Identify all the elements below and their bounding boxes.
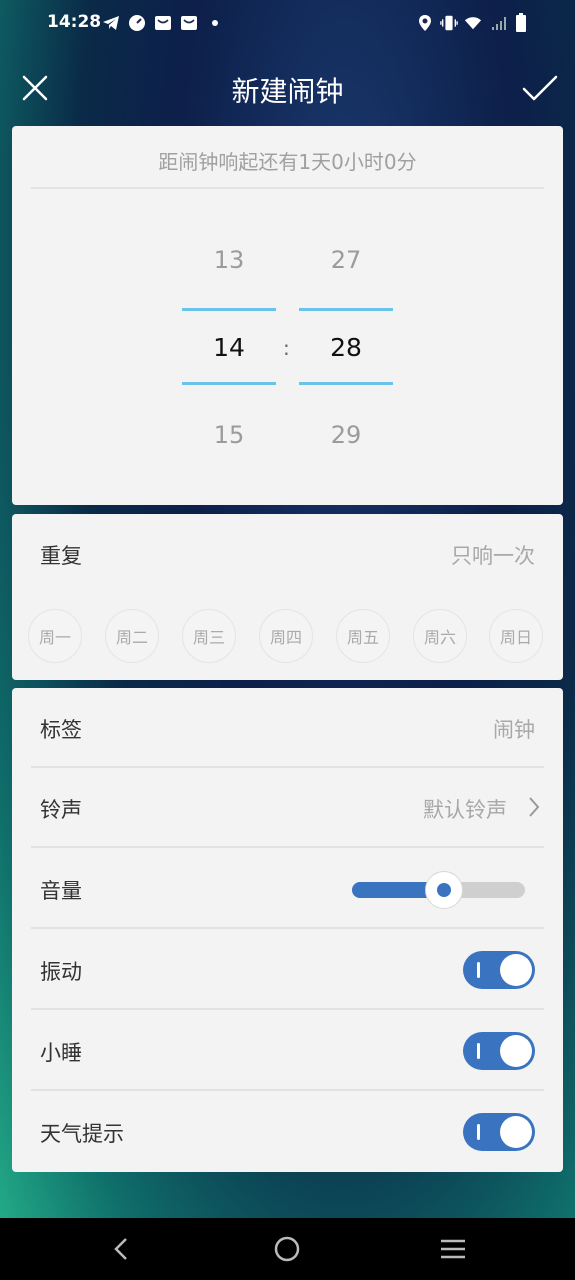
minute-selection-line-bottom bbox=[299, 382, 393, 385]
time-picker-card: 距闹钟响起还有1天0小时0分 13 14 15 : 27 28 29 bbox=[12, 126, 563, 505]
hour-selection-line-top bbox=[182, 308, 276, 311]
vibrate-icon bbox=[440, 14, 458, 32]
mail-icon bbox=[180, 14, 198, 32]
minute-picker[interactable]: 27 28 29 bbox=[299, 236, 393, 466]
snooze-row: 小睡 bbox=[12, 1011, 563, 1091]
menu-button[interactable] bbox=[430, 1226, 476, 1272]
hour-prev[interactable]: 13 bbox=[182, 246, 276, 274]
volume-label: 音量 bbox=[40, 879, 82, 903]
day-sat-button[interactable]: 周六 bbox=[413, 609, 467, 663]
volume-slider-thumb[interactable] bbox=[424, 871, 463, 909]
weekday-selector: 周一 周二 周三 周四 周五 周六 周日 bbox=[28, 609, 547, 665]
dot-icon bbox=[206, 14, 224, 32]
day-thu-button[interactable]: 周四 bbox=[259, 609, 313, 663]
vibrate-row: 振动 bbox=[12, 930, 563, 1010]
minute-selection-line-top bbox=[299, 308, 393, 311]
navigation-bar bbox=[0, 1218, 575, 1280]
divider bbox=[31, 187, 544, 189]
weather-label: 天气提示 bbox=[40, 1122, 124, 1146]
tag-label: 标签 bbox=[40, 718, 82, 742]
check-icon bbox=[522, 75, 558, 101]
day-fri-button[interactable]: 周五 bbox=[336, 609, 390, 663]
location-icon bbox=[416, 14, 434, 32]
repeat-label: 重复 bbox=[40, 544, 82, 568]
snooze-label: 小睡 bbox=[40, 1041, 82, 1065]
day-mon-button[interactable]: 周一 bbox=[28, 609, 82, 663]
vibrate-toggle[interactable] bbox=[463, 951, 535, 989]
minute-prev[interactable]: 27 bbox=[299, 246, 393, 274]
wifi-icon bbox=[464, 14, 482, 32]
hour-selection-line-bottom bbox=[182, 382, 276, 385]
day-sun-button[interactable]: 周日 bbox=[489, 609, 543, 663]
divider bbox=[31, 1008, 544, 1010]
repeat-value[interactable]: 只响一次 bbox=[451, 540, 535, 570]
chevron-right-icon bbox=[527, 796, 541, 822]
divider bbox=[31, 927, 544, 929]
repeat-card: 重复 只响一次 周一 周二 周三 周四 周五 周六 周日 bbox=[12, 514, 563, 680]
home-icon bbox=[274, 1236, 300, 1262]
divider bbox=[31, 1089, 544, 1091]
snooze-toggle[interactable] bbox=[463, 1032, 535, 1070]
back-button[interactable] bbox=[98, 1226, 144, 1272]
minute-next[interactable]: 29 bbox=[299, 421, 393, 449]
confirm-button[interactable] bbox=[518, 66, 562, 110]
page-title: 新建闹钟 bbox=[231, 75, 344, 108]
ringtone-row[interactable]: 铃声 默认铃声 bbox=[12, 768, 563, 848]
signal-icon bbox=[490, 14, 508, 32]
weather-toggle[interactable] bbox=[463, 1113, 535, 1151]
telegram-icon bbox=[102, 14, 120, 32]
settings-card: 标签 闹钟 铃声 默认铃声 音量 振动 小睡 天气提示 bbox=[12, 688, 563, 1172]
home-button[interactable] bbox=[264, 1226, 310, 1272]
app-header: 新建闹钟 bbox=[0, 56, 575, 120]
ringtone-label: 铃声 bbox=[40, 798, 82, 822]
status-bar: 14:28 bbox=[0, 0, 575, 48]
tag-row[interactable]: 标签 闹钟 bbox=[12, 688, 563, 768]
ringtone-value: 默认铃声 bbox=[423, 798, 507, 822]
hour-next[interactable]: 15 bbox=[182, 421, 276, 449]
minute-selected[interactable]: 28 bbox=[299, 333, 393, 362]
vibrate-label: 振动 bbox=[40, 960, 82, 984]
countdown-message: 距闹钟响起还有1天0小时0分 bbox=[158, 150, 417, 174]
hour-picker[interactable]: 13 14 15 bbox=[182, 236, 276, 466]
back-icon bbox=[114, 1238, 127, 1260]
weather-row: 天气提示 bbox=[12, 1092, 563, 1172]
divider bbox=[31, 846, 544, 848]
menu-icon bbox=[441, 1239, 465, 1259]
speedometer-icon bbox=[128, 14, 146, 32]
hour-selected[interactable]: 14 bbox=[182, 333, 276, 362]
battery-icon bbox=[512, 13, 530, 32]
day-tue-button[interactable]: 周二 bbox=[105, 609, 159, 663]
volume-row: 音量 bbox=[12, 849, 563, 929]
day-wed-button[interactable]: 周三 bbox=[182, 609, 236, 663]
time-separator: : bbox=[283, 336, 290, 360]
status-time: 14:28 bbox=[47, 12, 102, 32]
tag-value: 闹钟 bbox=[493, 718, 535, 742]
mail-icon bbox=[154, 14, 172, 32]
